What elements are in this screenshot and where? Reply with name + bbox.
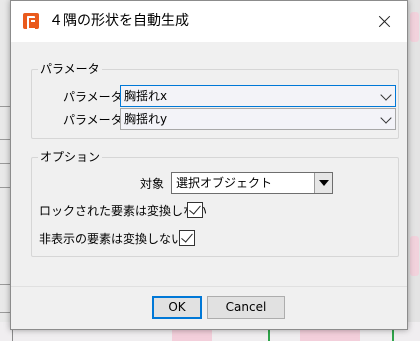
background-app-canvas bbox=[408, 0, 420, 341]
parameter2-select[interactable]: 胸揺れy bbox=[120, 108, 396, 130]
dropdown-arrow-icon[interactable] bbox=[314, 173, 332, 193]
chevron-down-icon bbox=[380, 89, 392, 101]
lock-option-checkbox[interactable] bbox=[187, 202, 203, 218]
footer-divider bbox=[11, 286, 407, 287]
close-button[interactable] bbox=[361, 1, 407, 42]
options-group-legend: オプション bbox=[38, 149, 103, 165]
ok-button[interactable]: OK bbox=[152, 296, 202, 319]
hidden-option-checkbox[interactable] bbox=[179, 230, 195, 246]
parameter2-value: 胸揺れy bbox=[124, 112, 168, 126]
app-logo-icon bbox=[23, 13, 39, 30]
lock-option-label: ロックされた要素は変換しない bbox=[39, 204, 208, 218]
auto-generate-corners-dialog: ４隅の形状を自動生成 パラメータ パラメータ1 胸揺れx パラメータ2 胸揺れy… bbox=[10, 0, 408, 330]
parameter1-value: 胸揺れx bbox=[124, 89, 168, 103]
target-value: 選択オブジェクト bbox=[176, 176, 273, 190]
dialog-title: ４隅の形状を自動生成 bbox=[49, 13, 189, 29]
hidden-option-label: 非表示の要素は変換しない bbox=[39, 232, 184, 246]
cancel-button[interactable]: Cancel bbox=[207, 296, 285, 319]
dialog-titlebar: ４隅の形状を自動生成 bbox=[11, 1, 407, 42]
parameters-group-legend: パラメータ bbox=[38, 61, 102, 77]
target-select[interactable]: 選択オブジェクト bbox=[171, 172, 333, 194]
parameter1-select[interactable]: 胸揺れx bbox=[120, 85, 396, 107]
chevron-down-icon bbox=[380, 112, 392, 124]
target-label: 対象 bbox=[140, 177, 165, 191]
